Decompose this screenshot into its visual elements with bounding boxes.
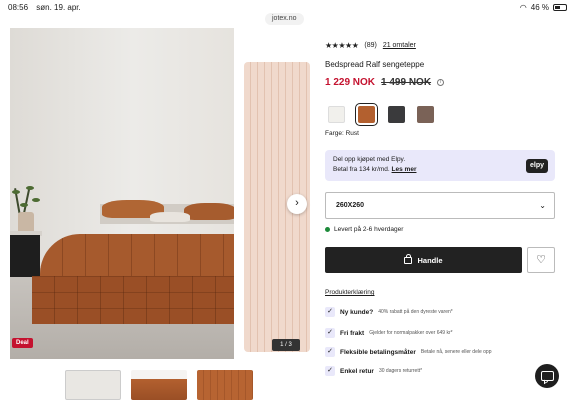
delivery-text: Levert på 2-6 hverdager <box>334 226 404 233</box>
thumbnail-2[interactable] <box>131 370 187 400</box>
wifi-icon: ◠ <box>519 2 527 12</box>
thumbnail-1[interactable] <box>65 370 121 400</box>
image-counter: 1 / 3 <box>272 339 300 351</box>
reviews-link[interactable]: 21 omtaler <box>383 42 416 49</box>
benefit-subtitle: Betale nå, senere eller dele opp <box>420 349 492 355</box>
elpy-read-more-link[interactable]: Les mer <box>392 166 417 173</box>
stock-status: Levert på 2-6 hverdager <box>325 226 403 233</box>
swatch-brown[interactable] <box>417 106 434 123</box>
pillow <box>150 212 190 222</box>
pillow <box>184 203 234 220</box>
benefit-title: Enkel retur <box>340 367 374 375</box>
elpy-logo: elpy <box>525 159 548 173</box>
check-icon: ✓ <box>325 366 335 376</box>
swatch-charcoal[interactable] <box>388 106 405 123</box>
price-current: 1 229 NOK <box>325 77 376 88</box>
address-bar[interactable]: jotex.no <box>265 13 304 25</box>
product-title: Bedspread Ralf sengeteppe <box>325 60 425 69</box>
swatch-white[interactable] <box>328 106 345 123</box>
product-main-image[interactable]: Deal <box>10 28 234 359</box>
status-time: 08:56 <box>8 2 29 12</box>
price-original: 1 499 NOK <box>381 77 432 88</box>
benefit-title: Ny kunde? <box>340 308 374 316</box>
benefit-subtitle: Gjelder for normalpakker over 649 kr* <box>369 330 453 336</box>
elpy-line-1: Del opp kjøpet med Elpy. <box>333 156 406 163</box>
rating-stars-icon: ★★★★★ <box>325 41 359 50</box>
bedspread-front <box>32 276 234 324</box>
size-select-value: 260X260 <box>336 202 365 209</box>
price-row: 1 229 NOK 1 499 NOK i <box>325 77 445 88</box>
benefit-item: ✓ Enkel retur 30 dagers returrett* <box>325 363 555 379</box>
elpy-line-2: Betal fra 134 kr/md. Les mer <box>333 166 417 173</box>
status-bar: 08:56 søn. 19. apr. ◠ 46 % <box>0 0 575 14</box>
plant-leaf <box>32 198 40 202</box>
bedspread-top <box>40 234 234 282</box>
benefit-item: ✓ Fri frakt Gjelder for normalpakker ove… <box>325 325 555 341</box>
status-date: søn. 19. apr. <box>36 2 81 12</box>
product-declaration-link[interactable]: Produkterklæring <box>325 289 375 296</box>
wishlist-heart-icon[interactable]: ♡ <box>527 247 555 273</box>
plant-leaf <box>26 186 34 190</box>
benefit-subtitle: 30 dagers returrett* <box>378 368 423 374</box>
check-icon: ✓ <box>325 307 335 317</box>
size-select[interactable]: 260X260 ⌄ <box>325 192 555 219</box>
deal-badge: Deal <box>12 338 33 348</box>
thumbnail-3[interactable] <box>197 370 253 400</box>
color-label: Farge: Rust <box>325 130 359 137</box>
rating-row: ★★★★★ (89) 21 omtaler <box>325 41 416 50</box>
swatch-rust[interactable] <box>355 103 378 126</box>
benefit-item: ✓ Fleksible betalingsmåter Betale nå, se… <box>325 344 555 360</box>
rating-count: (89) <box>364 42 377 49</box>
benefit-title: Fleksible betalingsmåter <box>340 348 416 356</box>
add-to-cart-button[interactable]: Handle <box>325 247 522 273</box>
elpy-banner: Del opp kjøpet med Elpy. Betal fra 134 k… <box>325 150 555 181</box>
side-table <box>10 235 40 277</box>
check-icon: ✓ <box>325 347 335 357</box>
chevron-down-icon: ⌄ <box>539 201 546 210</box>
benefit-subtitle: 40% rabatt på den dyreste varen* <box>378 309 453 315</box>
battery-percent: 46 % <box>530 2 549 12</box>
shopping-bag-icon <box>404 253 413 264</box>
benefit-title: Fri frakt <box>340 329 365 337</box>
in-stock-dot-icon <box>325 227 330 232</box>
check-icon: ✓ <box>325 328 335 338</box>
battery-icon <box>553 3 567 11</box>
chat-icon[interactable] <box>535 364 559 388</box>
lamp <box>18 212 34 231</box>
benefit-item: ✓ Ny kunde? 40% rabatt på den dyreste va… <box>325 304 555 320</box>
next-image-arrow-icon[interactable]: › <box>287 194 307 214</box>
plant-leaf <box>12 190 20 194</box>
plant-leaf <box>20 203 28 207</box>
info-icon[interactable]: i <box>437 79 445 86</box>
add-to-cart-label: Handle <box>417 255 443 265</box>
